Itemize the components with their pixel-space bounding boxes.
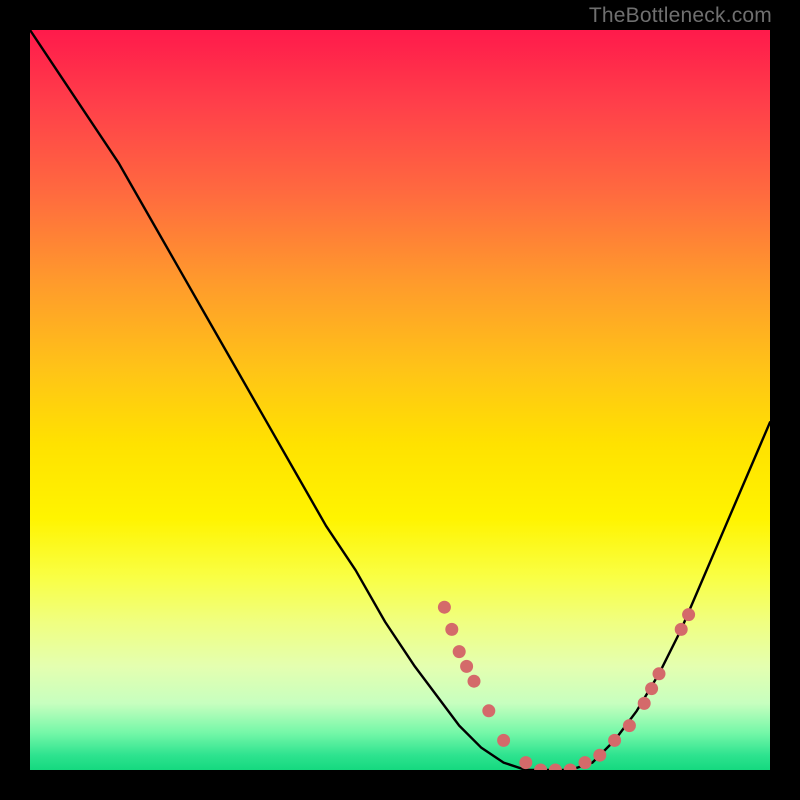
highlight-point	[653, 667, 666, 680]
highlight-point	[519, 756, 532, 769]
highlight-point	[682, 608, 695, 621]
highlight-point	[482, 704, 495, 717]
highlight-point	[438, 601, 451, 614]
highlight-point	[593, 749, 606, 762]
highlight-point	[497, 734, 510, 747]
highlight-point	[453, 645, 466, 658]
highlight-point	[468, 675, 481, 688]
highlight-point	[445, 623, 458, 636]
watermark-label: TheBottleneck.com	[589, 4, 772, 28]
highlight-point	[460, 660, 473, 673]
bottleneck-curve	[30, 30, 770, 770]
plot-area	[30, 30, 770, 770]
highlight-point	[579, 756, 592, 769]
highlight-point	[675, 623, 688, 636]
highlight-point	[549, 764, 562, 771]
highlight-point	[608, 734, 621, 747]
highlight-points	[438, 601, 695, 770]
highlight-point	[623, 719, 636, 732]
chart-stage: TheBottleneck.com	[0, 0, 800, 800]
highlight-point	[534, 764, 547, 771]
highlight-point	[645, 682, 658, 695]
highlight-point	[638, 697, 651, 710]
highlight-point	[564, 764, 577, 771]
plot-overlay	[30, 30, 770, 770]
